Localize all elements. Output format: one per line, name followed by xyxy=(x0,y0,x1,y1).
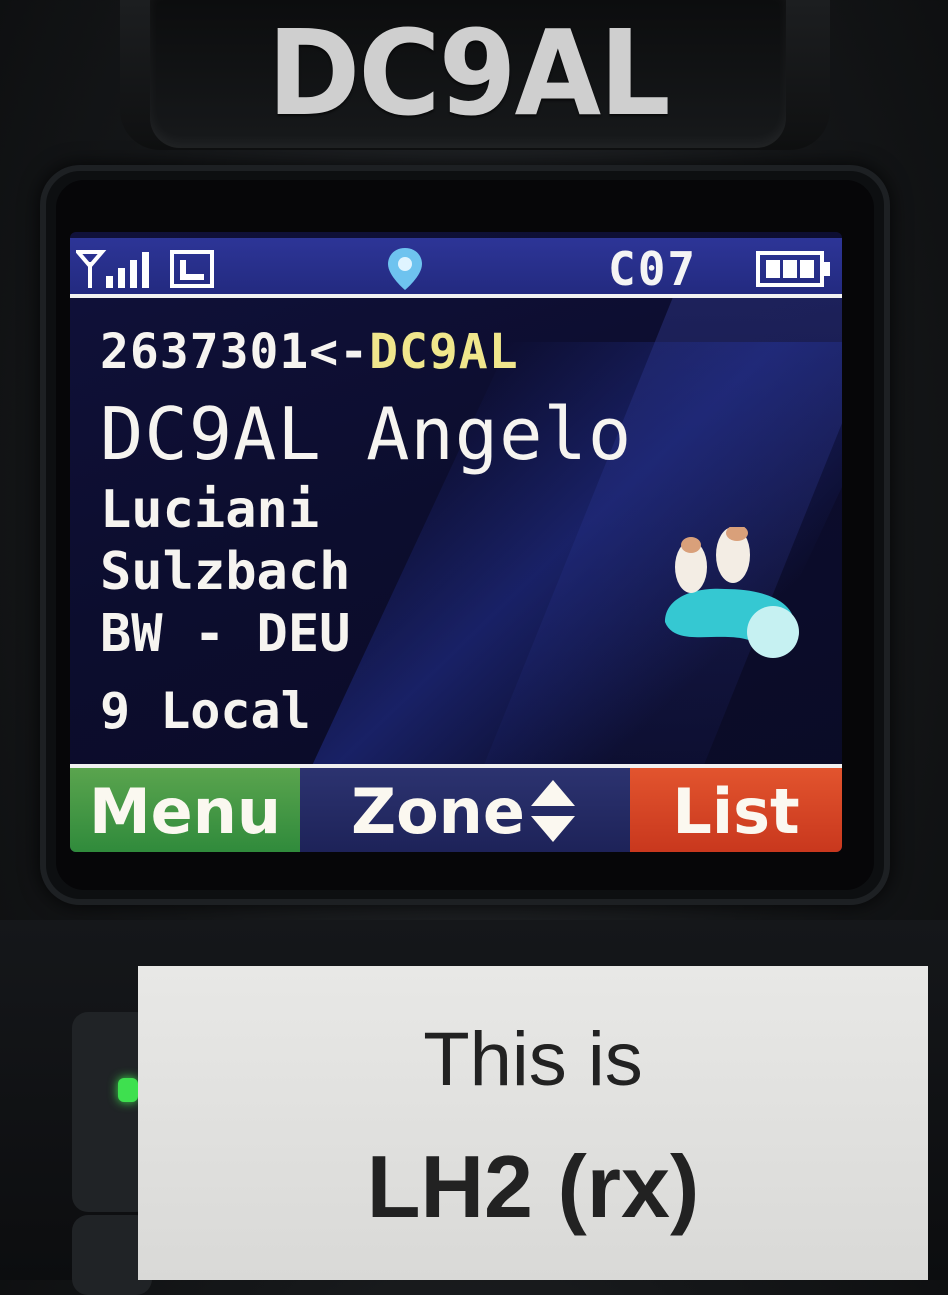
caller-last-name: Luciani xyxy=(100,480,320,540)
caller-dmr-id: 2637301<- xyxy=(100,324,370,380)
talkgroup-name: 9 Local xyxy=(100,682,311,740)
caller-name: DC9AL Angelo xyxy=(100,392,633,476)
menu-softkey-label: Menu xyxy=(88,774,282,848)
sign-line-1: This is xyxy=(423,1017,643,1102)
callsign-label: DC9AL xyxy=(267,5,670,143)
status-bar: C07 xyxy=(70,238,842,298)
up-down-arrow-icon xyxy=(530,780,575,842)
radio-display: C07 2637301<-DC9AL DC9AL Angelo Luciani … xyxy=(70,232,842,852)
paw-logo-icon xyxy=(665,527,799,658)
caller-callsign: DC9AL xyxy=(369,324,519,380)
channel-label: C07 xyxy=(608,242,698,296)
list-softkey-label: List xyxy=(672,774,800,848)
zone-softkey-label: Zone xyxy=(351,774,525,848)
zone-softkey[interactable]: Zone xyxy=(300,768,630,852)
softkey-bar: Menu Zone List xyxy=(70,764,842,852)
caller-city: Sulzbach xyxy=(100,542,351,602)
caller-region: BW - DEU xyxy=(100,604,351,664)
caller-id-line: 2637301<-DC9AL xyxy=(100,324,519,380)
led-indicator-icon xyxy=(118,1078,138,1102)
sms-icon xyxy=(170,250,214,288)
callsign-plate: DC9AL xyxy=(150,0,786,148)
menu-softkey[interactable]: Menu xyxy=(70,768,300,852)
gps-pin-icon xyxy=(388,248,422,290)
paper-sign: This is LH2 (rx) xyxy=(138,966,928,1280)
battery-icon xyxy=(756,251,830,287)
sign-line-2: LH2 (rx) xyxy=(366,1137,700,1236)
signal-bars-icon xyxy=(76,250,149,288)
list-softkey[interactable]: List xyxy=(630,768,842,852)
